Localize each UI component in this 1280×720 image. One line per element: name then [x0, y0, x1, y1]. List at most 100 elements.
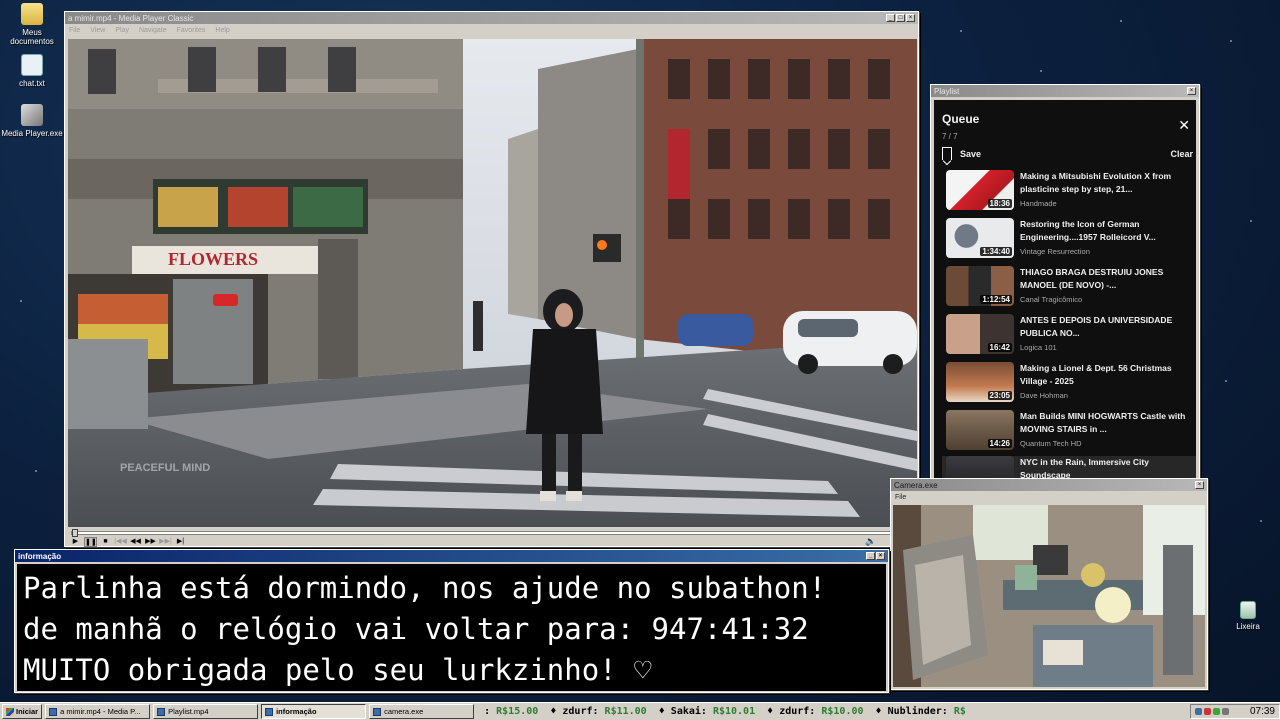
seek-bar[interactable]: [71, 529, 911, 537]
queue-item[interactable]: 14:26 Man Builds MINI HOGWARTS Castle wi…: [946, 410, 1196, 454]
task-info[interactable]: informação: [261, 704, 367, 719]
menu-file[interactable]: File: [69, 27, 80, 34]
queue-item[interactable]: 16:42 ANTES E DEPOIS DA UNIVERSIDADE PUB…: [946, 314, 1196, 358]
camera-window[interactable]: Camera.exe × File: [890, 478, 1208, 690]
info-line: de manhã o relógio vai voltar para: 947:…: [23, 612, 809, 646]
queue-item-current[interactable]: NYC in the Rain, Immersive City Soundsca…: [942, 456, 1196, 478]
task-label: camera.exe: [384, 707, 424, 716]
close-button[interactable]: ×: [906, 14, 915, 22]
antivirus-icon[interactable]: [1204, 708, 1211, 715]
desktop-icon-label: Lixeira: [1236, 622, 1260, 631]
menu-file[interactable]: File: [895, 494, 906, 501]
minimize-button[interactable]: _: [866, 552, 875, 560]
folder-icon: [21, 3, 43, 25]
video-duration: 18:36: [987, 199, 1012, 208]
menu-bar: File View Play Navigate Favorites Help: [65, 24, 918, 36]
taskbar: Iniciar a mimir.mp4 - Media P... Playlis…: [0, 702, 1280, 720]
queue-item[interactable]: 23:05 Making a Lionel & Dept. 56 Christm…: [946, 362, 1196, 406]
chat-icon[interactable]: [1213, 708, 1220, 715]
camera-titlebar[interactable]: Camera.exe ×: [891, 479, 1207, 491]
video-title: Making a Lionel & Dept. 56 Christmas Vil…: [1020, 363, 1172, 386]
video-thumbnail: 16:42: [946, 314, 1014, 354]
task-playlist[interactable]: Playlist.mp4: [153, 704, 259, 719]
queue-panel: Queue 7 / 7 ✕ Save Clear 18:36 Making a …: [934, 100, 1196, 478]
close-button[interactable]: ×: [1187, 87, 1196, 95]
donation-ticker: : R$15.00 ♦ zdurf: R$11.00 ♦ Sakai: R$10…: [484, 706, 966, 717]
task-media-player[interactable]: a mimir.mp4 - Media P...: [45, 704, 151, 719]
video-duration: 23:05: [987, 391, 1012, 400]
queue-count: 7 / 7: [942, 132, 958, 141]
task-label: Playlist.mp4: [168, 707, 209, 716]
app-icon: [49, 707, 58, 716]
minimize-button[interactable]: _: [886, 14, 895, 22]
desktop-icon-chat[interactable]: chat.txt: [0, 54, 64, 88]
media-player-titlebar[interactable]: a mimir.mp4 - Media Player Classic _ □ ×: [65, 12, 918, 24]
playlist-window[interactable]: Playlist × Queue 7 / 7 ✕ Save Clear 18:3…: [930, 84, 1200, 480]
video-title: Making a Mitsubishi Evolution X from pla…: [1020, 171, 1172, 194]
ticker-name: zdurf:: [562, 706, 599, 717]
task-label: informação: [276, 707, 317, 716]
task-camera[interactable]: camera.exe: [369, 704, 475, 719]
volume-icon[interactable]: [1222, 708, 1229, 715]
playlist-titlebar[interactable]: Playlist ×: [931, 85, 1199, 97]
video-duration: 1:12:54: [980, 295, 1012, 304]
pause-button[interactable]: ❚❚: [84, 537, 97, 547]
desktop-icon-label: chat.txt: [19, 79, 45, 88]
channel-name: Logica 101: [1020, 343, 1057, 352]
system-tray: 07:39: [1190, 704, 1280, 719]
menu-bar: File: [891, 491, 1207, 503]
video-duration: 16:42: [987, 343, 1012, 352]
fast-forward-button[interactable]: ▶▶: [144, 537, 157, 547]
queue-item[interactable]: 18:36 Making a Mitsubishi Evolution X fr…: [946, 170, 1196, 214]
desktop-icon-documents[interactable]: Meus documentos: [0, 3, 64, 46]
seek-thumb[interactable]: [72, 529, 78, 537]
media-player-window[interactable]: a mimir.mp4 - Media Player Classic _ □ ×…: [64, 11, 919, 547]
info-window[interactable]: informação _ × Parlinha está dormindo, n…: [14, 549, 889, 693]
window-title: Camera.exe: [894, 480, 938, 490]
video-frame[interactable]: FLOWERS PEACEFUL MIND: [68, 39, 917, 527]
volume-icon[interactable]: 🔈: [865, 536, 876, 547]
queue-item[interactable]: 1:34:40 Restoring the Icon of German Eng…: [946, 218, 1196, 262]
play-button[interactable]: ▶: [69, 537, 82, 547]
channel-name: Canal Tragicômico: [1020, 295, 1083, 304]
save-label: Save: [960, 148, 982, 159]
video-thumbnail: 23:05: [946, 362, 1014, 402]
window-title: a mimir.mp4 - Media Player Classic: [68, 13, 194, 23]
network-icon[interactable]: [1195, 708, 1202, 715]
video-duration: 1:34:40: [980, 247, 1012, 256]
camera-icon: [373, 707, 382, 716]
close-button[interactable]: ×: [876, 552, 885, 560]
info-titlebar[interactable]: informação _ ×: [15, 550, 888, 562]
start-button[interactable]: Iniciar: [2, 704, 43, 719]
clear-button[interactable]: Clear: [1170, 149, 1193, 159]
menu-navigate[interactable]: Navigate: [139, 27, 167, 34]
windows-logo-icon: [6, 707, 14, 716]
window-title: Playlist: [934, 86, 960, 96]
queue-item[interactable]: 1:12:54 THIAGO BRAGA DESTRUIU JONES MANO…: [946, 266, 1196, 310]
stop-button[interactable]: ■: [99, 537, 112, 547]
video-thumbnail: 14:26: [946, 410, 1014, 450]
ticker-name: Sakai:: [670, 706, 707, 717]
save-button[interactable]: Save: [942, 147, 981, 160]
menu-view[interactable]: View: [90, 27, 105, 34]
video-thumbnail: 1:12:54: [946, 266, 1014, 306]
desktop-icon-recycle-bin[interactable]: Lixeira: [1216, 601, 1280, 631]
close-icon[interactable]: ✕: [1178, 118, 1190, 132]
frame-step-button[interactable]: ▶|: [174, 537, 187, 547]
video-title: THIAGO BRAGA DESTRUIU JONES MANOEL (DE N…: [1020, 267, 1164, 290]
maximize-button[interactable]: □: [896, 14, 905, 22]
desktop-icon-media-player[interactable]: Media Player.exe: [0, 104, 64, 138]
close-button[interactable]: ×: [1195, 481, 1204, 489]
clock: 07:39: [1249, 706, 1275, 717]
bookmark-icon: [942, 147, 952, 160]
next-button[interactable]: ▶▶|: [159, 537, 172, 547]
menu-play[interactable]: Play: [115, 27, 129, 34]
video-thumbnail: 1:34:40: [946, 218, 1014, 258]
menu-favorites[interactable]: Favorites: [177, 27, 206, 34]
menu-help[interactable]: Help: [215, 27, 229, 34]
video-scene: FLOWERS PEACEFUL MIND: [68, 39, 917, 527]
video-title: NYC in the Rain, Immersive City Soundsca…: [1020, 457, 1149, 478]
rewind-button[interactable]: ◀◀: [129, 537, 142, 547]
previous-button[interactable]: |◀◀: [114, 537, 127, 547]
channel-name: Vintage Resurrection: [1020, 247, 1090, 256]
